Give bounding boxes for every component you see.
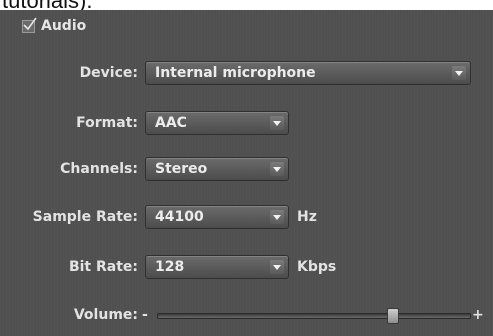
sample-rate-label: Sample Rate: bbox=[32, 209, 138, 225]
volume-minus[interactable]: - bbox=[142, 300, 148, 330]
volume-slider[interactable] bbox=[157, 308, 471, 324]
volume-row: Volume: - + bbox=[0, 300, 493, 330]
device-value: Internal microphone bbox=[155, 65, 316, 81]
format-label: Format: bbox=[76, 115, 138, 131]
device-select[interactable]: Internal microphone bbox=[145, 61, 471, 85]
chevron-down-icon bbox=[270, 260, 284, 274]
sample-rate-select[interactable]: 44100 bbox=[145, 205, 289, 229]
bit-rate-row: Bit Rate: 128 Kbps bbox=[0, 252, 493, 282]
bit-rate-unit: Kbps bbox=[297, 259, 337, 275]
checkmark-icon bbox=[23, 17, 37, 30]
chevron-down-icon bbox=[270, 210, 284, 224]
bit-rate-value: 128 bbox=[155, 259, 185, 275]
audio-checkbox[interactable] bbox=[22, 17, 37, 33]
format-row: Format: AAC bbox=[0, 108, 493, 138]
sample-rate-unit: Hz bbox=[297, 209, 317, 225]
volume-slider-thumb[interactable] bbox=[387, 308, 399, 324]
format-value: AAC bbox=[155, 115, 187, 131]
chevron-down-icon bbox=[270, 116, 284, 130]
channels-value: Stereo bbox=[155, 161, 208, 177]
audio-toggle[interactable]: Audio bbox=[22, 17, 87, 34]
volume-label: Volume: bbox=[73, 307, 138, 323]
bit-rate-label: Bit Rate: bbox=[68, 259, 138, 275]
chevron-down-icon bbox=[270, 162, 284, 176]
volume-plus[interactable]: + bbox=[472, 300, 484, 330]
device-label: Device: bbox=[79, 65, 138, 81]
audio-settings-panel: Audio Device: Internal microphone Format… bbox=[0, 10, 493, 336]
bit-rate-select[interactable]: 128 bbox=[145, 255, 289, 279]
format-select[interactable]: AAC bbox=[145, 111, 289, 135]
chevron-down-icon bbox=[452, 66, 466, 80]
device-row: Device: Internal microphone bbox=[0, 58, 493, 88]
audio-settings-screenshot: tutorials). Audio Device: Internal micro… bbox=[0, 0, 493, 336]
channels-select[interactable]: Stereo bbox=[145, 157, 289, 181]
sample-rate-row: Sample Rate: 44100 Hz bbox=[0, 202, 493, 232]
sample-rate-value: 44100 bbox=[155, 209, 204, 225]
channels-row: Channels: Stereo bbox=[0, 154, 493, 184]
audio-label: Audio bbox=[41, 18, 87, 34]
channels-label: Channels: bbox=[60, 161, 138, 177]
